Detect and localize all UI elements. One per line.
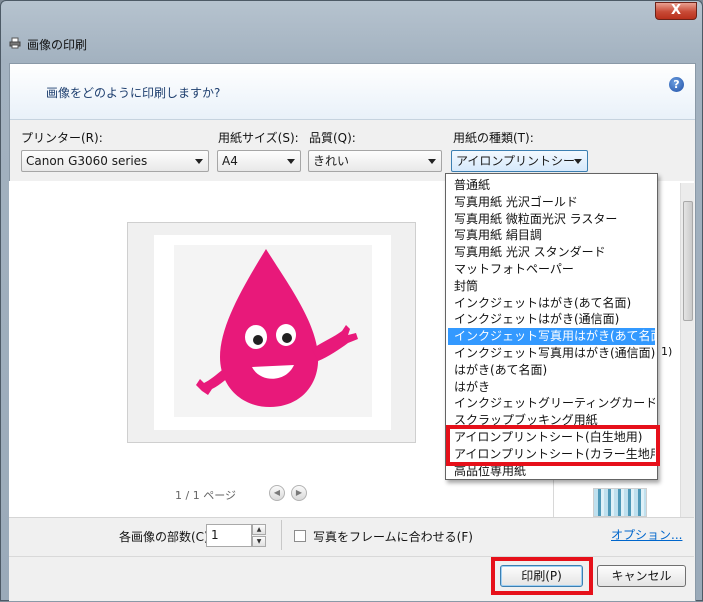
copies-down-button[interactable]: ▼ [252,536,266,547]
paper-type-option[interactable]: インクジェット写真用はがき(通信面) [448,345,655,362]
paper-type-option[interactable]: インクジェットはがき(あて名面) [448,295,655,312]
paper-type-option[interactable]: はがき [448,379,655,396]
print-dialog: 画像の印刷 X 画像をどのように印刷しますか? プリンター(R): 用紙サイズ(… [0,0,703,602]
chevron-down-icon [574,159,582,164]
paper-type-option[interactable]: 写真用紙 絹目調 [448,227,655,244]
chevron-down-icon [287,159,295,164]
quality-value: きれい [313,154,350,168]
annotation-print-highlight [491,557,593,595]
ink-drop-mascot-image [196,249,358,407]
paper-type-select[interactable]: アイロンプリントシー [451,150,588,172]
scroll-thumb[interactable] [683,201,693,321]
layout-peek-text: 1) [661,345,673,358]
fit-frame-label[interactable]: 写真をフレームに合わせる(F) [313,528,473,545]
paper-type-option[interactable]: インクジェットグリーティングカード [448,395,655,412]
window-title: 画像の印刷 [27,38,88,52]
copies-input[interactable]: 1 [206,524,252,547]
printer-value: Canon G3060 series [26,154,148,168]
quality-select[interactable]: きれい [308,150,442,172]
paper-type-option[interactable]: インクジェットはがき(通信面) [448,311,655,328]
options-link[interactable]: オプション... [611,526,682,543]
paper-type-option[interactable]: 写真用紙 光沢ゴールド [448,194,655,211]
divider [281,520,282,550]
question-band: 画像をどのように印刷しますか? [10,64,695,120]
paper-type-option[interactable]: マットフォトペーパー [448,261,655,278]
photo-paper [154,235,391,430]
paper-type-option[interactable]: インクジェット写真用はがき(あて名面) [448,328,655,346]
layout-thumbnail[interactable] [593,488,647,517]
fit-frame-checkbox[interactable] [294,530,306,542]
copies-up-button[interactable]: ▲ [252,524,266,535]
photo-preview-image [174,245,372,417]
paper-size-value: A4 [222,154,238,168]
paper-type-option[interactable]: はがき(あて名面) [448,362,655,379]
paper-type-option[interactable]: 写真用紙 光沢 スタンダード [448,244,655,261]
next-page-button[interactable]: ▶ [291,485,307,501]
previous-page-button[interactable]: ◀ [269,485,285,501]
paper-size-label: 用紙サイズ(S): [218,131,299,145]
copies-label: 各画像の部数(C): [119,530,213,544]
paper-type-option[interactable]: 封筒 [448,278,655,295]
paper-type-value: アイロンプリントシー [456,154,576,168]
printer-icon [9,37,21,49]
page-indicator: 1 / 1 ページ [175,489,236,502]
printer-label: プリンター(R): [21,131,103,145]
chevron-down-icon [195,159,203,164]
annotation-iron-print-highlight [446,425,660,466]
photo-preview-frame [127,222,416,443]
close-button[interactable]: X [655,2,697,20]
printer-select[interactable]: Canon G3060 series [21,150,209,172]
paper-type-option[interactable]: 普通紙 [448,177,655,194]
paper-type-label: 用紙の種類(T): [453,131,534,145]
layout-scrollbar[interactable] [680,183,694,517]
question-text: 画像をどのように印刷しますか? [46,86,221,100]
help-icon[interactable]: ? [669,77,684,92]
chevron-down-icon [428,159,436,164]
title-bar: 画像の印刷 X [1,1,702,63]
cancel-button[interactable]: キャンセル [597,565,686,587]
paper-type-option[interactable]: 写真用紙 微粒面光沢 ラスター [448,211,655,228]
quality-label: 品質(Q): [309,131,356,145]
paper-size-select[interactable]: A4 [217,150,301,172]
